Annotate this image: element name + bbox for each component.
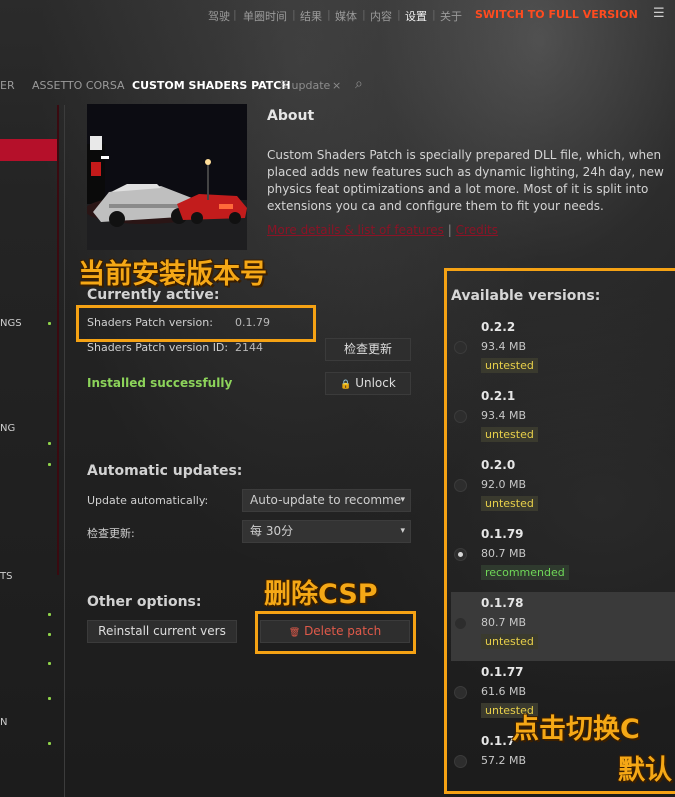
check-interval-select[interactable]: 每 30分 ▾ (242, 520, 411, 543)
check-interval-label: 检查更新: (87, 527, 135, 540)
nav-about[interactable]: 关于 (440, 8, 462, 24)
sidebar-item-label[interactable]: TS (0, 571, 12, 582)
left-sidebar: NGS NG TS N (0, 105, 60, 797)
delete-callout-box (255, 611, 416, 654)
status-dot (48, 633, 51, 636)
nav-separator: | (233, 8, 237, 21)
switch-callout-text: 点击切换C (512, 714, 640, 745)
nav-separator: | (432, 8, 436, 21)
unlock-button[interactable]: 🔒 Unlock (325, 372, 411, 395)
check-interval-value: 每 30分 (250, 524, 294, 538)
panel-divider (64, 105, 65, 797)
tab-update[interactable]: ⠿ update (280, 79, 330, 92)
nav-separator: | (292, 8, 296, 21)
tab-custom-shaders-patch[interactable]: CUSTOM SHADERS PATCH (132, 79, 291, 92)
status-dot (48, 463, 51, 466)
version-id-value: 2144 (235, 341, 263, 354)
settings-tabs: ER ASSETTO CORSA CUSTOM SHADERS PATCH ⠿ … (0, 76, 675, 97)
version-callout-text: 当前安装版本号 (78, 259, 267, 290)
version-id-label: Shaders Patch version ID: (87, 341, 229, 354)
reinstall-button[interactable]: Reinstall current vers (87, 620, 237, 643)
status-dot (48, 697, 51, 700)
auto-update-value: Auto-update to recomme (250, 493, 402, 507)
credits-link[interactable]: Credits (456, 223, 498, 237)
about-description: Custom Shaders Patch is specially prepar… (267, 148, 664, 213)
switch-callout-text-2: 默认 (618, 755, 672, 786)
hamburger-menu-icon[interactable]: ☰ (653, 6, 665, 21)
nav-drive[interactable]: 驾驶 (208, 8, 230, 24)
lock-icon: 🔒 (340, 380, 352, 390)
close-tab-icon[interactable]: × (332, 79, 341, 92)
tab-assetto-corsa[interactable]: ASSETTO CORSA (32, 79, 125, 92)
chevron-down-icon: ▾ (400, 526, 405, 536)
nav-separator: | (362, 8, 366, 21)
status-dot (48, 662, 51, 665)
check-updates-button[interactable]: 检查更新 (325, 338, 411, 361)
sidebar-item-label[interactable]: NG (0, 423, 15, 434)
csp-preview-image (87, 104, 247, 250)
status-dot (48, 442, 51, 445)
search-icon[interactable]: ⌕ (355, 76, 363, 92)
sidebar-selected-item[interactable] (0, 139, 57, 161)
status-dot (48, 742, 51, 745)
top-nav: 驾驶 | 单圈时间 | 结果 | 媒体 | 内容 | 设置 | 关于 SWITC… (0, 0, 675, 30)
update-automatically-label: Update automatically: (87, 494, 209, 507)
sidebar-item-label[interactable]: N (0, 717, 7, 728)
about-title: About (267, 108, 315, 124)
nav-separator: | (327, 8, 331, 21)
link-separator: | (447, 223, 452, 237)
version-callout-box (76, 305, 316, 342)
unlock-label: Unlock (355, 376, 396, 390)
nav-content[interactable]: 内容 (370, 8, 392, 24)
more-details-link[interactable]: More details & list of features (267, 223, 444, 237)
nav-separator: | (397, 8, 401, 21)
install-status: Installed successfully (87, 376, 233, 390)
auto-update-select[interactable]: Auto-update to recomme ▾ (242, 489, 411, 512)
sidebar-item-label[interactable]: NGS (0, 318, 22, 329)
chevron-down-icon: ▾ (400, 495, 405, 505)
switch-full-version-link[interactable]: SWITCH TO FULL VERSION (475, 8, 638, 21)
tab-truncated[interactable]: ER (0, 79, 15, 92)
automatic-updates-heading: Automatic updates: (87, 463, 243, 479)
sidebar-scroll-track (57, 105, 59, 575)
delete-callout-text: 删除CSP (264, 579, 378, 610)
nav-results[interactable]: 结果 (300, 8, 322, 24)
status-dot (48, 322, 51, 325)
nav-laptimes[interactable]: 单圈时间 (243, 8, 287, 24)
other-options-heading: Other options: (87, 594, 202, 610)
status-dot (48, 613, 51, 616)
nav-media[interactable]: 媒体 (335, 8, 357, 24)
nav-settings[interactable]: 设置 (405, 8, 427, 24)
about-links: More details & list of features | Credit… (267, 223, 498, 237)
